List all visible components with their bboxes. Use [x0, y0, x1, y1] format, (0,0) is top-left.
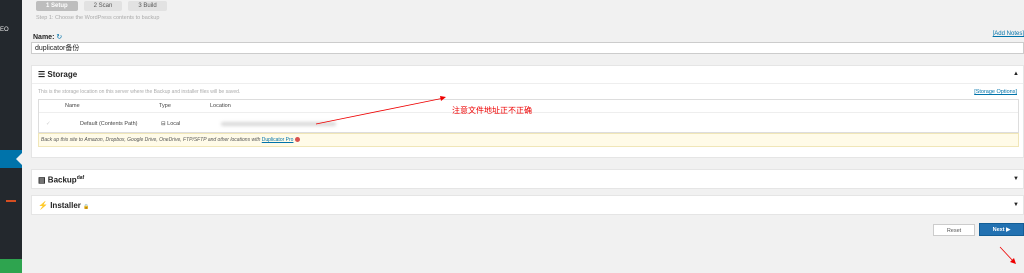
step-scan[interactable]: 2 Scan	[83, 1, 123, 11]
annotation-text: 注意文件地址正不正确	[452, 106, 532, 115]
backup-title: ▤ Backupdaf	[38, 175, 84, 185]
next-arrowhead	[1010, 258, 1016, 264]
installer-title: ⚡ Installer 🔒	[38, 201, 89, 210]
sidebar-fragment: EO	[0, 27, 9, 33]
column-location: Location	[210, 103, 231, 109]
backup-panel[interactable]: ▤ Backupdaf ▼	[31, 169, 1024, 189]
step-build[interactable]: 3 Build	[128, 1, 167, 11]
sidebar-notice-mark	[6, 200, 16, 202]
backup-sup: daf	[76, 175, 85, 181]
pro-badge-icon	[294, 137, 300, 143]
backup-note-prefix: Back up this site to	[41, 137, 83, 143]
add-notes-link[interactable]: [Add Notes]	[993, 31, 1024, 37]
wizard-steps: 1 Setup 2 Scan 3 Build	[36, 1, 167, 11]
divider	[32, 83, 1023, 84]
name-label: Name: ↻	[33, 33, 62, 41]
step-description: Step 1: Choose the WordPress contents to…	[36, 15, 160, 21]
backup-locations-note: Back up this site to Amazon, Dropbox, Go…	[38, 133, 1019, 147]
row-type-text: Local	[167, 121, 181, 127]
backup-title-text: Backup	[47, 175, 77, 185]
file-icon: ▤	[38, 175, 46, 185]
storage-title[interactable]: ☰ Storage	[38, 70, 77, 79]
reset-button[interactable]: Reset	[933, 224, 975, 236]
expand-caret-icon[interactable]: ▼	[1013, 176, 1019, 182]
collapse-caret-icon[interactable]: ▲	[1013, 71, 1019, 77]
refresh-icon[interactable]: ↻	[56, 34, 62, 41]
lock-icon: 🔒	[83, 204, 90, 210]
installer-panel[interactable]: ⚡ Installer 🔒 ▼	[31, 195, 1024, 215]
server-icon: ⊟	[161, 121, 166, 127]
row-checkbox[interactable]: ✓	[46, 121, 51, 127]
backup-name-input[interactable]: duplicator备份	[31, 42, 1024, 54]
row-type: ⊟ Local	[161, 121, 180, 127]
name-label-text: Name:	[33, 34, 55, 41]
storage-options-link[interactable]: [Storage Options]	[974, 89, 1017, 95]
storage-description: This is the storage location on this ser…	[38, 89, 241, 95]
storage-title-text: Storage	[47, 70, 78, 79]
next-button[interactable]: Next ▶	[979, 223, 1024, 236]
column-name: Name	[65, 103, 80, 109]
storage-icon: ☰	[38, 70, 46, 79]
expand-caret-icon[interactable]: ▼	[1013, 202, 1019, 208]
step-setup[interactable]: 1 Setup	[36, 1, 78, 11]
duplicator-pro-link[interactable]: Duplicator Pro	[262, 137, 294, 143]
backup-targets: Amazon, Dropbox, Google Drive, OneDrive,…	[84, 137, 261, 143]
sidebar-active-arrow	[16, 153, 22, 165]
sidebar-green-item[interactable]	[0, 259, 22, 273]
column-type: Type	[159, 103, 171, 109]
bolt-icon: ⚡	[38, 201, 48, 210]
installer-title-text: Installer	[50, 201, 81, 210]
blurred-location	[221, 122, 336, 126]
admin-sidebar: EO	[0, 0, 22, 273]
next-arrow-line	[999, 246, 1015, 263]
row-name: Default (Contents Path)	[80, 121, 138, 127]
